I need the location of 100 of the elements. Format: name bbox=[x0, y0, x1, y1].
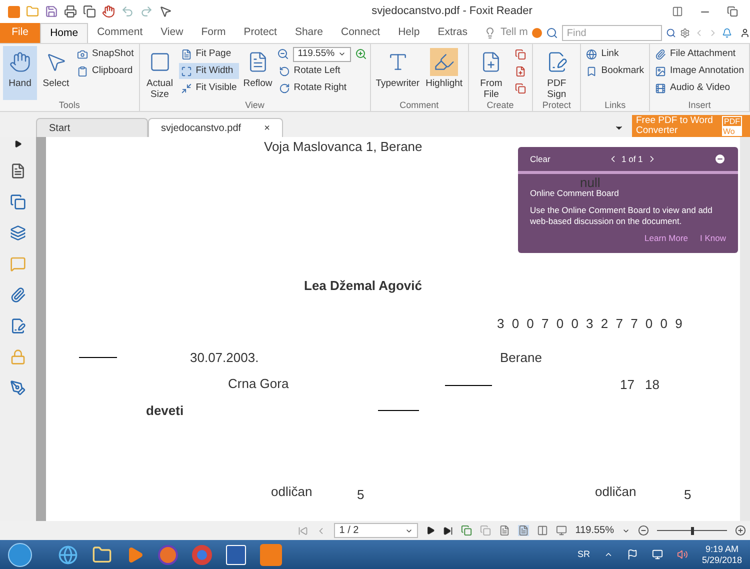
page-view-icon[interactable] bbox=[461, 525, 472, 536]
menu-tab[interactable]: Comment bbox=[88, 23, 152, 43]
save-icon bbox=[45, 5, 58, 18]
ribbon-button[interactable]: From File bbox=[472, 46, 511, 100]
tool-icon bbox=[180, 48, 192, 60]
ribbon-button[interactable]: Typewriter bbox=[374, 46, 422, 100]
single-page-icon[interactable] bbox=[499, 525, 510, 536]
close-tab-button[interactable]: × bbox=[264, 120, 270, 136]
tool-icon bbox=[77, 66, 88, 76]
layout-icon[interactable] bbox=[672, 6, 683, 17]
page-number-field[interactable]: 1 / 2 bbox=[334, 523, 418, 538]
last-page-icon[interactable] bbox=[443, 526, 454, 536]
ribbon-button[interactable]: Fit Page bbox=[178, 46, 239, 62]
bell-icon[interactable] bbox=[722, 27, 732, 39]
menu-tab[interactable]: Form bbox=[192, 23, 235, 43]
media-player-icon[interactable] bbox=[126, 546, 144, 564]
ribbon-button[interactable]: Highlight bbox=[424, 46, 465, 100]
collapse-icon[interactable] bbox=[714, 153, 726, 165]
tool-icon bbox=[77, 48, 88, 60]
signature-icon[interactable] bbox=[10, 318, 26, 334]
menu-tab[interactable]: Home bbox=[40, 23, 88, 43]
menu-tab[interactable]: Share bbox=[286, 23, 332, 43]
tray-expand-icon[interactable] bbox=[604, 550, 613, 559]
page-text: Lea Džemal Agović bbox=[304, 277, 422, 295]
continuous-page-icon[interactable] bbox=[518, 525, 530, 536]
popup-title: Online Comment Board bbox=[530, 188, 619, 200]
ribbon-button[interactable]: Reflow bbox=[240, 46, 275, 100]
page-text: Crna Gora bbox=[228, 375, 289, 393]
copy-icon bbox=[83, 5, 96, 18]
expand-arrow-icon[interactable] bbox=[14, 140, 22, 148]
page-text: deveti bbox=[146, 402, 184, 420]
next-page-icon[interactable] bbox=[426, 526, 436, 535]
network-icon[interactable] bbox=[652, 549, 663, 560]
user-icon[interactable] bbox=[740, 27, 750, 39]
ribbon-button[interactable]: Hand bbox=[3, 46, 37, 100]
menu-tab[interactable]: Protect bbox=[234, 23, 286, 43]
clock[interactable]: 9:19 AM 5/29/2018 bbox=[702, 544, 742, 566]
learn-more-link[interactable]: Learn More bbox=[644, 232, 688, 244]
first-page-icon[interactable] bbox=[298, 526, 308, 536]
time-text: 9:19 AM bbox=[705, 544, 738, 554]
pages-icon[interactable] bbox=[10, 194, 26, 210]
ribbon-button[interactable]: Clipboard bbox=[75, 63, 136, 79]
zoom-out-icon[interactable] bbox=[638, 525, 649, 536]
menu-tab[interactable]: View bbox=[152, 23, 192, 43]
group-label: Create bbox=[486, 100, 515, 111]
tool-icon bbox=[430, 48, 458, 76]
language-indicator[interactable]: SR bbox=[577, 548, 590, 562]
ribbon-button[interactable]: Link bbox=[584, 46, 646, 62]
ribbon-button[interactable]: Fit Visible bbox=[178, 80, 239, 96]
menu-tab[interactable]: Help bbox=[389, 23, 429, 43]
group-label: View bbox=[244, 100, 266, 111]
start-button[interactable] bbox=[8, 542, 32, 566]
paperclip-icon[interactable] bbox=[10, 287, 26, 303]
page-text: 5 bbox=[357, 486, 364, 504]
ribbon-button[interactable]: Image Annotation bbox=[653, 63, 746, 79]
folder-icon[interactable] bbox=[92, 544, 112, 564]
zoom-in-icon[interactable] bbox=[735, 525, 746, 536]
ribbon-button[interactable]: Bookmark bbox=[584, 63, 646, 79]
ribbon-button[interactable]: Rotate Left bbox=[276, 63, 367, 79]
ribbon-button[interactable]: PDF Sign bbox=[536, 46, 578, 100]
settings-icon[interactable] bbox=[680, 27, 690, 39]
layers-icon[interactable] bbox=[10, 225, 26, 241]
restore-icon[interactable] bbox=[727, 6, 738, 17]
promo-badge: PDF bbox=[722, 116, 742, 127]
menu-tab[interactable]: Connect bbox=[332, 23, 390, 43]
flag-icon[interactable] bbox=[626, 549, 638, 560]
search-icon[interactable] bbox=[666, 27, 676, 39]
zoom-combo[interactable]: 119.55% bbox=[292, 46, 351, 62]
page-text: null bbox=[580, 174, 600, 190]
ribbon-button[interactable]: Select bbox=[39, 46, 73, 100]
promo-text: Free PDF to Word Converter bbox=[636, 116, 714, 136]
ribbon-button[interactable]: File Attachment bbox=[653, 46, 746, 62]
document-tab[interactable]: svjedocanstvo.pdf × bbox=[148, 118, 283, 137]
page-text: Berane bbox=[500, 349, 542, 367]
document-tab[interactable]: Start bbox=[36, 118, 148, 137]
page-text: odličan bbox=[271, 483, 312, 501]
page-text: 30.07.2003. bbox=[190, 349, 259, 367]
scrollbar[interactable] bbox=[740, 137, 750, 521]
page-icon[interactable] bbox=[10, 163, 26, 179]
undo-icon bbox=[121, 5, 134, 18]
slider-thumb[interactable] bbox=[691, 526, 694, 534]
ribbon-button[interactable]: Actual Size bbox=[142, 46, 177, 100]
ribbon-button[interactable]: SnapShot bbox=[75, 46, 136, 62]
popup-description: Use the Online Comment Board to view and add web-based discussion on the document. bbox=[530, 204, 714, 227]
ribbon-button[interactable]: Audio & Video bbox=[653, 80, 746, 96]
browser-icon[interactable] bbox=[58, 544, 78, 564]
zoom-slider[interactable] bbox=[657, 526, 727, 535]
tell-me-field[interactable]: Tell m bbox=[500, 25, 528, 41]
ribbon-button[interactable]: Fit Width bbox=[178, 63, 239, 79]
clear-button[interactable]: Clear bbox=[530, 152, 550, 166]
speaker-icon[interactable] bbox=[676, 549, 688, 560]
ribbon-button[interactable]: Rotate Right bbox=[276, 80, 367, 96]
facing-pages-icon[interactable] bbox=[537, 525, 548, 536]
i-know-link[interactable]: I Know bbox=[700, 232, 726, 244]
find-field[interactable]: Find bbox=[562, 25, 662, 41]
zoom-value[interactable]: 119.55% bbox=[575, 523, 614, 538]
group-label: Comment bbox=[398, 100, 440, 111]
menu-tab[interactable]: Extras bbox=[428, 23, 476, 43]
print-icon bbox=[64, 5, 77, 18]
pen-icon[interactable] bbox=[10, 380, 26, 396]
